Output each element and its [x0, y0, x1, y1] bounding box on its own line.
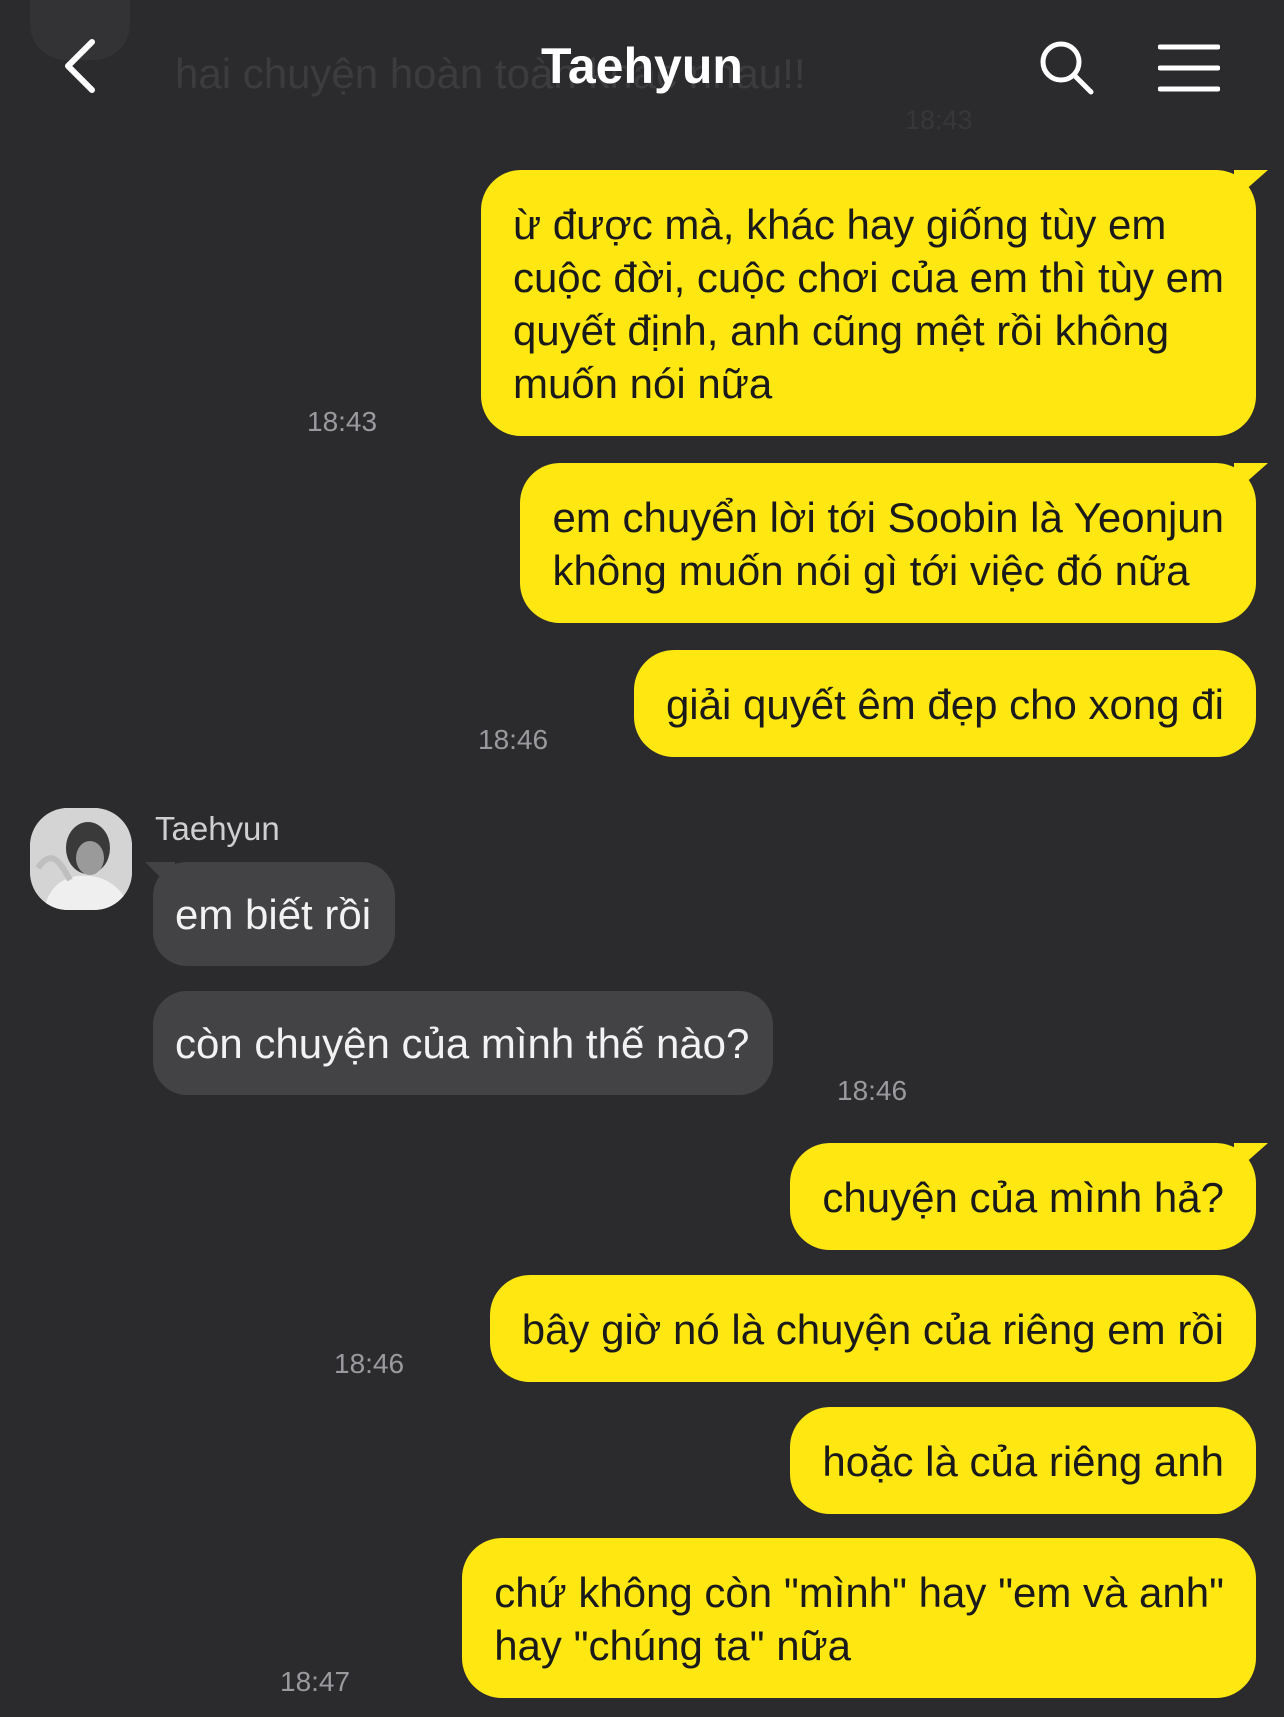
message-line: giải quyết êm đẹp cho xong đi [665, 681, 1224, 728]
message-line: ừ được mà, khác hay giống tùy em [512, 201, 1167, 248]
outgoing-message[interactable]: chứ không còn "mình" hay "em và anh" hay… [462, 1538, 1256, 1698]
message-line: không muốn nói gì tới việc đó nữa [552, 547, 1190, 594]
outgoing-message[interactable]: hoặc là của riêng anh [790, 1407, 1256, 1514]
message-time: 18:46 [334, 1348, 405, 1379]
message-time: 18:47 [280, 1666, 351, 1697]
outgoing-message[interactable]: chuyện của mình hả? [790, 1143, 1256, 1250]
message-line: muốn nói nữa [512, 360, 773, 407]
message-time: 18:46 [478, 724, 549, 755]
message-line: bây giờ nó là chuyện của riêng em rồi [521, 1306, 1224, 1353]
message-line: chứ không còn "mình" hay "em và anh" [494, 1569, 1224, 1616]
message-time: 18:46 [837, 1075, 908, 1106]
menu-button[interactable] [1155, 36, 1223, 100]
outgoing-message[interactable]: em chuyển lời tới Soobin là Yeonjun khôn… [520, 463, 1256, 623]
message-line: em biết rồi [175, 891, 372, 938]
search-button[interactable] [1035, 36, 1099, 100]
hamburger-menu-icon [1158, 44, 1220, 92]
message-line: hay "chúng ta" nữa [494, 1622, 852, 1669]
message-line: quyết định, anh cũng mệt rồi không [512, 307, 1170, 354]
message-line: hoặc là của riêng anh [822, 1438, 1224, 1485]
outgoing-message[interactable]: giải quyết êm đẹp cho xong đi [633, 650, 1256, 757]
incoming-message[interactable]: còn chuyện của mình thế nào? [153, 991, 774, 1095]
avatar-photo [30, 808, 132, 910]
message-line: cuộc đời, cuộc chơi của em thì tùy em [512, 254, 1224, 301]
outgoing-message[interactable]: bây giờ nó là chuyện của riêng em rồi [489, 1275, 1256, 1382]
outgoing-message[interactable]: ừ được mà, khác hay giống tùy em cuộc đờ… [480, 170, 1256, 436]
contact-avatar[interactable] [30, 808, 132, 910]
incoming-message[interactable]: em biết rồi [153, 862, 396, 966]
message-line: còn chuyện của mình thế nào? [175, 1020, 750, 1067]
message-time: 18:43 [307, 406, 378, 437]
ghost-message-time: 18:43 [905, 105, 973, 135]
message-line: chuyện của mình hả? [822, 1174, 1224, 1221]
message-line: em chuyển lời tới Soobin là Yeonjun [552, 494, 1224, 541]
search-icon [1040, 41, 1094, 95]
sender-name: Taehyun [155, 810, 280, 847]
